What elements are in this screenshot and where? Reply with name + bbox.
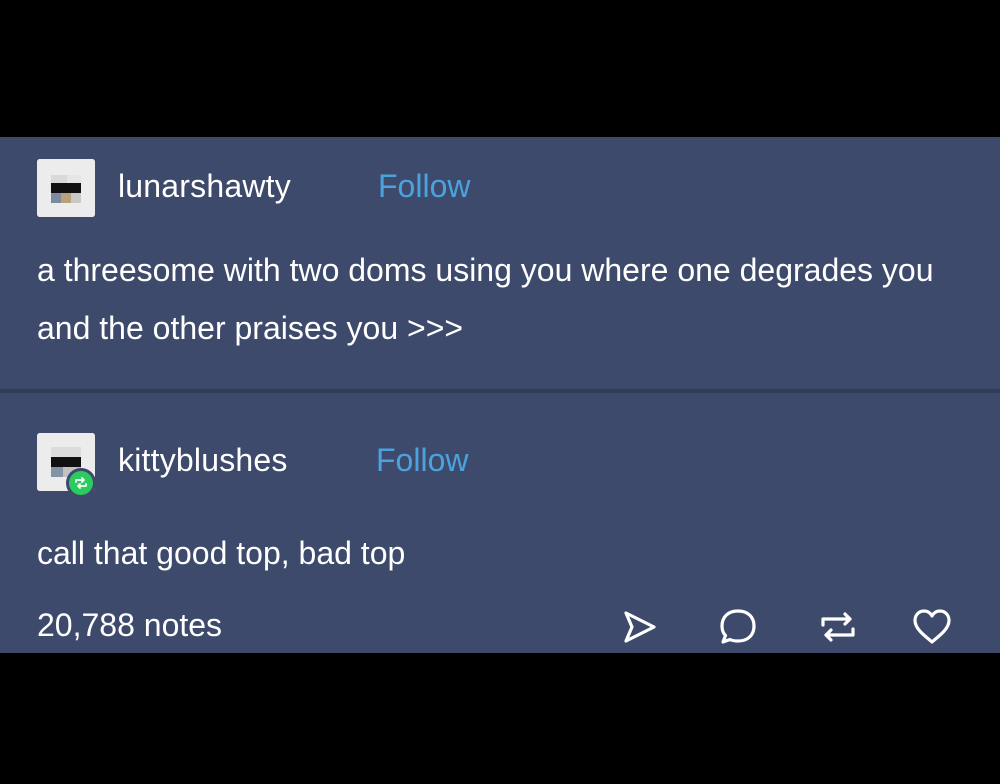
notes-count[interactable]: 20,788 notes <box>37 607 222 644</box>
comment-icon[interactable] <box>716 605 760 649</box>
post-text: call that good top, bad top <box>37 535 406 571</box>
post-text: a threesome with two doms using you wher… <box>37 252 934 346</box>
reblog-badge-icon <box>66 468 96 498</box>
username[interactable]: lunarshawty <box>118 168 291 205</box>
follow-button[interactable]: Follow <box>378 168 470 205</box>
username[interactable]: kittyblushes <box>118 442 288 479</box>
reblog-icon[interactable] <box>816 605 860 649</box>
heart-icon[interactable] <box>910 605 954 649</box>
follow-button[interactable]: Follow <box>376 442 468 479</box>
share-icon[interactable] <box>616 605 660 649</box>
post-entry-original: lunarshawty Follow a threesome with two … <box>0 137 1000 389</box>
post-card: lunarshawty Follow a threesome with two … <box>0 137 1000 653</box>
avatar[interactable] <box>37 159 95 217</box>
